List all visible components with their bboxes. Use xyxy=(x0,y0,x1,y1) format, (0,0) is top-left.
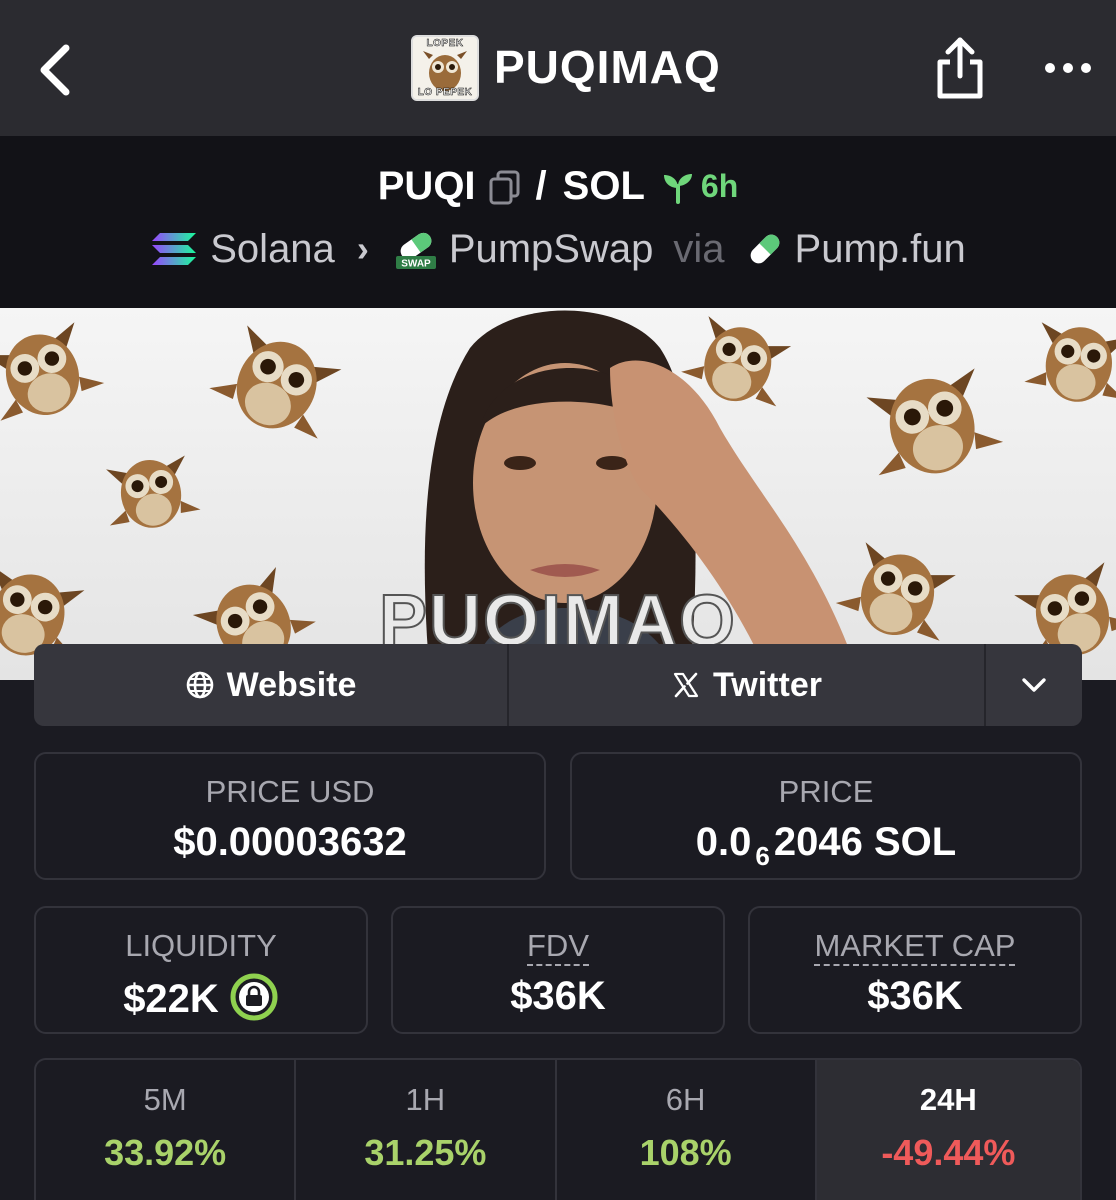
fdv-card: FDV $36K xyxy=(391,906,725,1034)
fdv-label[interactable]: FDV xyxy=(527,928,589,963)
price-usd-value: $0.00003632 xyxy=(173,820,407,864)
price-prefix: 0.0 xyxy=(695,820,752,864)
lock-icon[interactable] xyxy=(229,972,279,1022)
price-native-label: PRICE xyxy=(778,774,874,809)
share-icon xyxy=(937,37,983,99)
pair-header xyxy=(0,136,1116,308)
pair-base-symbol: PUQI xyxy=(377,164,476,208)
copy-icon[interactable] xyxy=(488,169,522,205)
tab-24h[interactable]: 24H -49.44% xyxy=(816,1060,1080,1200)
logo-caption-top: LOPEK xyxy=(426,38,464,50)
logo-caption-bottom: LO PEPEK xyxy=(417,87,473,99)
fdv-value: $36K xyxy=(510,974,606,1018)
liquidity-value-row: $22K xyxy=(36,972,366,1022)
market-cap-card: MARKET CAP $36K xyxy=(748,906,1082,1034)
sprout-icon xyxy=(663,173,692,204)
price-native-card: PRICE 0.0 6 2046 SOL xyxy=(570,752,1082,880)
pumpfun-icon xyxy=(750,234,779,264)
liquidity-value: $22K xyxy=(123,977,219,1021)
twitter-label: Twitter xyxy=(713,665,822,704)
route-line: Solana › SWAP PumpSwap via Pump.fun xyxy=(0,226,1116,272)
website-label: Website xyxy=(226,665,357,704)
chevron-left-icon xyxy=(40,44,70,96)
tab-5m-change: 33.92% xyxy=(104,1132,227,1173)
chevron-down-icon xyxy=(1022,678,1046,692)
tab-6h[interactable]: 6H 108% xyxy=(557,1060,817,1200)
pair-separator: / xyxy=(535,164,547,208)
tab-6h-change: 108% xyxy=(639,1132,732,1173)
tab-6h-label: 6H xyxy=(665,1082,706,1117)
tab-5m-label: 5M xyxy=(143,1082,187,1117)
market-cap-value: $36K xyxy=(867,974,963,1018)
timeframe-tabs: 5M 33.92% 1H 31.25% 6H 108% 24H -49.44% xyxy=(34,1058,1082,1200)
liquidity-card: LIQUIDITY $22K xyxy=(34,906,368,1034)
globe-icon xyxy=(186,671,213,699)
chevron-right-icon: › xyxy=(356,228,369,269)
svg-text:SWAP: SWAP xyxy=(401,259,431,270)
price-usd-card: PRICE USD $0.00003632 xyxy=(34,752,546,880)
more-options-button[interactable] xyxy=(1040,50,1096,86)
top-bar: LOPEK LO PEPEK PUQIMAQ xyxy=(0,0,1116,136)
more-links-button[interactable] xyxy=(986,644,1082,726)
x-logo-icon xyxy=(673,672,699,698)
dex-name[interactable]: PumpSwap xyxy=(449,227,654,272)
twitter-button[interactable]: Twitter xyxy=(509,644,986,726)
tab-1h-change: 31.25% xyxy=(364,1132,487,1173)
tab-5m[interactable]: 5M 33.92% xyxy=(36,1060,297,1200)
ellipsis-icon xyxy=(1045,63,1091,73)
market-cap-label[interactable]: MARKET CAP xyxy=(815,928,1016,963)
website-button[interactable]: Website xyxy=(34,644,509,726)
page-title: PUQIMAQ xyxy=(494,41,721,93)
pumpswap-icon: SWAP xyxy=(395,232,436,270)
price-suffix: 2046 SOL xyxy=(773,820,957,864)
tab-24h-label: 24H xyxy=(919,1082,977,1117)
chain-name[interactable]: Solana xyxy=(210,227,335,272)
liquidity-label: LIQUIDITY xyxy=(125,928,277,963)
pair-quote-symbol: SOL xyxy=(562,164,645,208)
token-logo: LOPEK LO PEPEK xyxy=(411,35,479,101)
tab-24h-change: -49.44% xyxy=(881,1132,1016,1173)
price-usd-label: PRICE USD xyxy=(205,774,375,809)
tab-1h-label: 1H xyxy=(405,1082,446,1117)
pair-line: PUQI / SOL 6h xyxy=(0,164,1116,209)
price-zero-count: 6 xyxy=(755,841,770,871)
share-button[interactable] xyxy=(932,34,988,102)
via-label: via xyxy=(673,226,725,271)
pair-age: 6h xyxy=(700,168,739,204)
launchpad-name[interactable]: Pump.fun xyxy=(795,227,966,272)
links-bar: Website Twitter xyxy=(34,644,1082,726)
tab-1h[interactable]: 1H 31.25% xyxy=(296,1060,557,1200)
solana-icon xyxy=(152,233,197,265)
price-native-value: 0.0 6 2046 SOL xyxy=(572,820,1080,872)
back-button[interactable] xyxy=(30,34,90,104)
